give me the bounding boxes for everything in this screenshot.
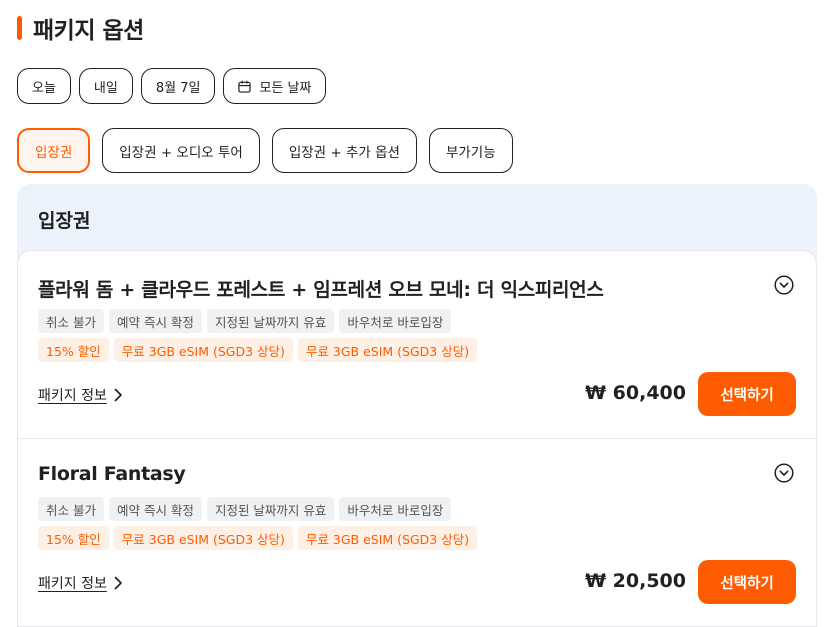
date-chip-label: 내일 — [93, 80, 118, 96]
date-chip-today[interactable]: 오늘 — [17, 68, 71, 104]
policy-tag: 예약 즉시 확정 — [108, 497, 202, 521]
promo-tags: 15% 할인 무료 3GB eSIM (SGD3 상당) 무료 3GB eSIM… — [38, 526, 478, 550]
select-button[interactable]: 선택하기 — [698, 560, 796, 604]
policy-tags: 취소 불가 예약 즉시 확정 지정된 날짜까지 유효 바우처로 바로입장 — [38, 309, 452, 333]
panel-title: 입장권 — [38, 210, 91, 232]
date-chip-all-dates[interactable]: 모든 날짜 — [223, 68, 327, 104]
policy-tag: 예약 즉시 확정 — [108, 309, 202, 333]
policy-tag: 바우처로 바로입장 — [339, 309, 452, 333]
date-selector: 오늘 내일 8월 7일 모든 날짜 — [17, 68, 327, 104]
package-name: Floral Fantasy — [38, 463, 186, 485]
option-tab-ticket[interactable]: 입장권 — [17, 128, 91, 173]
title-accent-bar — [17, 16, 22, 40]
package-info-link[interactable]: 패키지 정보 — [38, 385, 123, 405]
promo-tag: 무료 3GB eSIM (SGD3 상당) — [113, 338, 293, 362]
option-tabs: 입장권 입장권 + 오디오 투어 입장권 + 추가 옵션 부가기능 — [17, 128, 513, 173]
option-tab-label: 입장권 + 오디오 투어 — [119, 144, 243, 161]
policy-tag: 지정된 날짜까지 유효 — [206, 497, 335, 521]
package-card: Floral Fantasy 취소 불가 예약 즉시 확정 지정된 날짜까지 유… — [17, 438, 817, 627]
package-price: ₩ 60,400 — [585, 382, 686, 404]
page-title: 패키지 옵션 — [33, 18, 144, 44]
date-chip-label: 모든 날짜 — [259, 80, 312, 96]
option-tab-label: 입장권 + 추가 옵션 — [288, 144, 400, 161]
chevron-down-icon[interactable] — [774, 275, 794, 295]
package-panel: 입장권 플라워 돔 + 클라우드 포레스트 + 임프레션 오브 모네: 더 익스… — [17, 184, 817, 627]
promo-tag: 무료 3GB eSIM (SGD3 상당) — [297, 526, 478, 550]
promo-tag: 15% 할인 — [38, 338, 109, 362]
option-tab-ticket-extra[interactable]: 입장권 + 추가 옵션 — [271, 128, 417, 173]
section-header: 패키지 옵션 — [17, 12, 144, 44]
promo-tags: 15% 할인 무료 3GB eSIM (SGD3 상당) 무료 3GB eSIM… — [38, 338, 478, 362]
date-chip-aug7[interactable]: 8월 7일 — [140, 68, 216, 104]
policy-tags: 취소 불가 예약 즉시 확정 지정된 날짜까지 유효 바우처로 바로입장 — [38, 497, 452, 521]
option-tab-label: 입장권 — [35, 144, 73, 161]
promo-tag: 15% 할인 — [38, 526, 109, 550]
package-info-label: 패키지 정보 — [38, 576, 107, 592]
package-name: 플라워 돔 + 클라우드 포레스트 + 임프레션 오브 모네: 더 익스피리언스 — [38, 279, 604, 301]
policy-tag: 바우처로 바로입장 — [339, 497, 452, 521]
option-tab-addons[interactable]: 부가기능 — [428, 128, 513, 173]
package-info-link[interactable]: 패키지 정보 — [38, 573, 123, 593]
policy-tag: 지정된 날짜까지 유효 — [206, 309, 335, 333]
calendar-icon — [238, 80, 252, 93]
promo-tag: 무료 3GB eSIM (SGD3 상당) — [297, 338, 478, 362]
package-card: 플라워 돔 + 클라우드 포레스트 + 임프레션 오브 모네: 더 익스피리언스… — [17, 250, 817, 439]
promo-tag: 무료 3GB eSIM (SGD3 상당) — [113, 526, 293, 550]
option-tab-label: 부가기능 — [445, 144, 496, 161]
date-chip-label: 오늘 — [32, 80, 56, 96]
package-info-label: 패키지 정보 — [38, 388, 107, 404]
chevron-down-icon[interactable] — [774, 463, 794, 483]
policy-tag: 취소 불가 — [38, 309, 104, 333]
date-chip-label: 8월 7일 — [155, 80, 201, 96]
select-button[interactable]: 선택하기 — [698, 372, 796, 416]
date-chip-tomorrow[interactable]: 내일 — [78, 68, 133, 104]
option-tab-ticket-audio-tour[interactable]: 입장권 + 오디오 투어 — [102, 128, 260, 173]
chevron-right-icon — [114, 388, 122, 402]
package-price: ₩ 20,500 — [585, 570, 686, 592]
policy-tag: 취소 불가 — [38, 497, 104, 521]
chevron-right-icon — [114, 576, 122, 590]
